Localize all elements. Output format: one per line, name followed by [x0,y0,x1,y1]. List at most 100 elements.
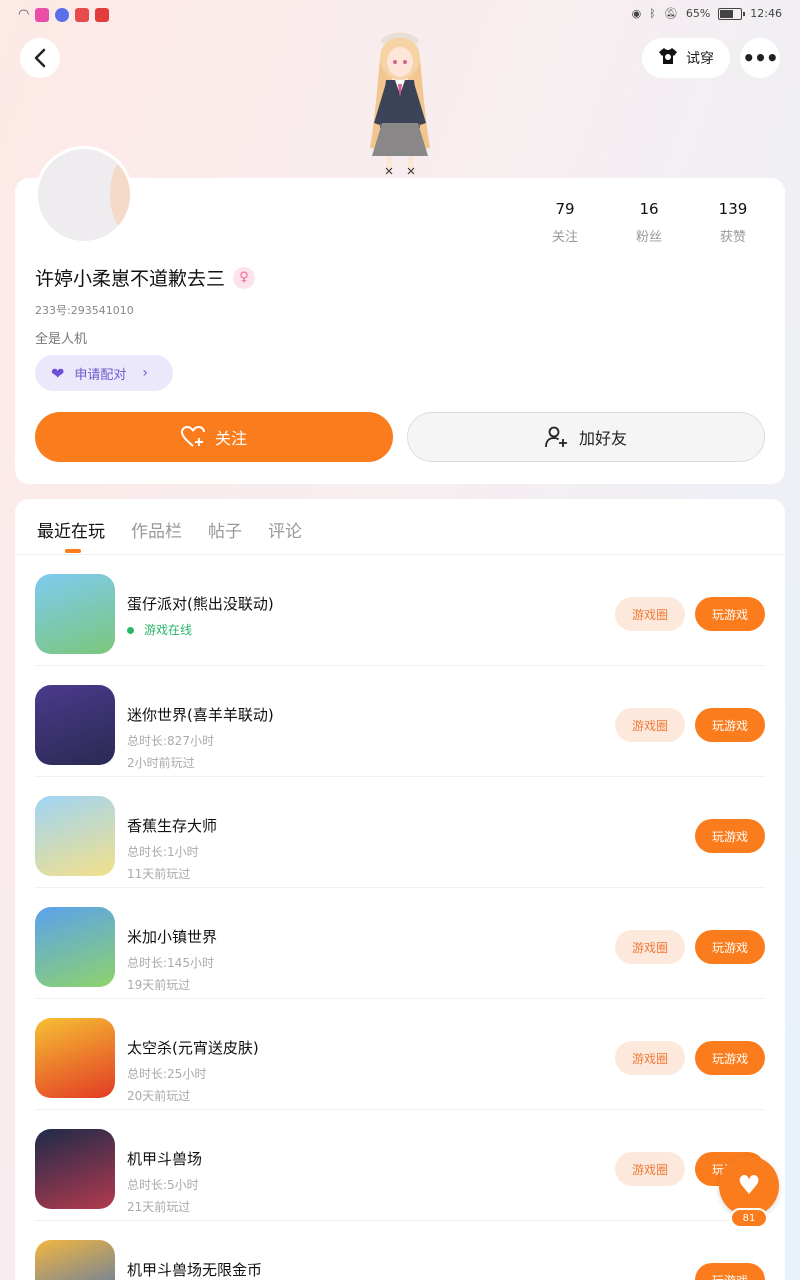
add-friend-button[interactable]: 加好友 [407,412,765,462]
chevron-left-icon [34,48,46,68]
stat-number: 139 [718,200,748,218]
game-icon[interactable] [35,1129,115,1209]
clock: 12:46 [750,7,782,20]
floating-like-button[interactable]: ♥ [719,1156,779,1216]
user-bio: 全是人机 [35,332,88,347]
stat-item[interactable]: 139 获赞 [691,200,775,245]
app-notification-icon [95,7,110,22]
play-game-button[interactable]: 玩游戏 [695,1041,765,1075]
tab-comments[interactable]: 评论 [268,517,302,542]
game-circle-button[interactable]: 游戏圈 [615,930,685,964]
game-icon[interactable] [35,1018,115,1098]
play-game-button[interactable]: 玩游戏 [695,1263,765,1280]
play-game-button[interactable]: 玩游戏 [695,819,765,853]
user-id: 233号:293541010 [35,304,134,317]
eye-icon: ◉ [631,7,642,20]
game-playtime: 总时长:827小时 [127,734,214,748]
apply-pair-button[interactable]: ❤︎ 申请配对 › [35,355,173,391]
content-card: 最近在玩 作品栏 帖子 评论 蛋仔派对(熊出没联动) 游戏在线 游戏圈 玩游戏 迷你世界(喜… [15,499,785,1280]
game-list-item[interactable]: 香蕉生存大师 总时长:1小时 11天前玩过 玩游戏 [15,777,785,888]
add-user-icon [545,426,567,448]
game-name: 米加小镇世界 [127,928,218,946]
game-name: 香蕉生存大师 [127,817,218,835]
music-app-icon [55,7,70,22]
heart-icon: ♥ [737,1171,761,1201]
game-list-item[interactable]: 迷你世界(喜羊羊联动) 总时长:827小时 2小时前玩过 游戏圈 玩游戏 [15,666,785,777]
status-icons-left: ◠ [18,7,110,22]
game-list-item[interactable]: 太空杀(元宵送皮肤) 总时长:25小时 20天前玩过 游戏圈 玩游戏 [15,999,785,1110]
stat-label: 粉丝 [635,230,662,245]
heart-plus-icon [180,426,205,447]
game-name: 机甲斗兽场 [127,1150,203,1168]
play-game-button[interactable]: 玩游戏 [695,597,765,631]
try-on-label: 试穿 [686,51,714,67]
apply-pair-label: 申请配对 [74,367,127,383]
game-playtime: 总时长:5小时 [127,1178,199,1192]
stat-item[interactable]: 16 粉丝 [607,200,691,245]
profile-tabs: 最近在玩 作品栏 帖子 评论 [37,517,302,553]
game-playtime: 总时长:25小时 [127,1067,207,1081]
online-dot-icon [127,627,134,634]
mute-bell-icon: 🔕︎ [663,7,678,20]
game-circle-button[interactable]: 游戏圈 [615,708,685,742]
stat-label: 获赞 [719,230,746,245]
game-icon[interactable] [35,685,115,765]
tab-posts[interactable]: 帖子 [208,517,242,542]
game-name: 机甲斗兽场无限金币 [127,1261,263,1279]
username-row: 许婷小柔崽不道歉去三 ♀ [35,264,256,291]
wifi-icon: ◠ [18,7,30,22]
play-game-button[interactable]: 玩游戏 [695,930,765,964]
profile-card: 79 关注 16 粉丝 139 获赞 许婷小柔崽不道歉去三 ♀ 233号:29354… [15,146,785,484]
status-icons-right: ◉ ᛒ 🔕︎ 65% 12:46 [632,7,782,20]
game-list-item[interactable]: 蛋仔派对(熊出没联动) 游戏在线 游戏圈 玩游戏 [15,555,785,666]
tab-recent-play[interactable]: 最近在玩 [37,517,105,553]
game-icon[interactable] [35,1240,115,1280]
game-list-item[interactable]: 机甲斗兽场无限金币总时长:44分钟玩游戏 [15,1221,785,1280]
avatar-character-illustration [370,32,430,175]
stat-label: 关注 [551,230,578,245]
app-notification-icon [35,7,50,22]
like-count: 81 [730,1208,768,1228]
profile-stats: 79 关注 16 粉丝 139 获赞 [523,200,775,245]
battery-percent: 65% [685,7,711,20]
more-options-button[interactable]: ••• [740,38,780,78]
follow-button[interactable]: 关注 [35,412,393,462]
recent-games-list: 蛋仔派对(熊出没联动) 游戏在线 游戏圈 玩游戏 迷你世界(喜羊羊联动) 总时长:827… [15,555,785,1280]
try-on-button[interactable]: 试穿 [642,38,730,78]
battery-icon [718,7,746,20]
game-list-item[interactable]: 米加小镇世界总时长:145小时 19天前玩过 游戏圈 玩游戏 [15,888,785,999]
game-circle-button[interactable]: 游戏圈 [615,1152,685,1186]
username: 许婷小柔崽不道歉去三 [35,268,226,290]
play-game-button[interactable]: 玩游戏 [695,708,765,742]
game-icon[interactable] [35,796,115,876]
tab-works[interactable]: 作品栏 [131,517,182,542]
tshirt-icon [658,47,678,70]
bluetooth-icon: ᛒ [649,7,656,20]
female-gender-icon: ♀ [233,266,256,289]
app-notification-icon [75,7,90,22]
game-last-played: 20天前玩过 [127,1089,191,1103]
game-name: 迷你世界(喜羊羊联动) [127,706,274,724]
game-icon[interactable] [35,907,115,987]
game-icon[interactable] [35,574,115,654]
game-playtime: 总时长:145小时 [127,956,214,970]
game-circle-button[interactable]: 游戏圈 [615,1041,685,1075]
stat-number: 16 [639,200,659,218]
follow-label: 关注 [214,429,247,448]
chevron-right-icon: › [142,365,149,381]
stat-item[interactable]: 79 关注 [523,200,607,245]
game-list-item[interactable]: 机甲斗兽场总时长:5小时21天前玩过游戏圈玩游戏 [15,1110,785,1221]
more-dots-icon: ••• [742,46,778,70]
game-playtime: 总时长:1小时 [127,845,199,859]
game-online-status: 游戏在线 [127,621,192,638]
game-name: 太空杀(元宵送皮肤) [127,1039,259,1057]
back-button[interactable] [20,38,60,78]
game-last-played: 21天前玩过 [127,1200,191,1214]
double-heart-icon: ❤︎ [51,363,65,383]
game-circle-button[interactable]: 游戏圈 [615,597,685,631]
game-last-played: 2小时前玩过 [127,756,195,770]
avatar[interactable] [35,146,133,244]
game-last-played: 19天前玩过 [127,978,191,992]
game-name: 蛋仔派对(熊出没联动) [127,595,274,613]
stat-number: 79 [555,200,575,218]
